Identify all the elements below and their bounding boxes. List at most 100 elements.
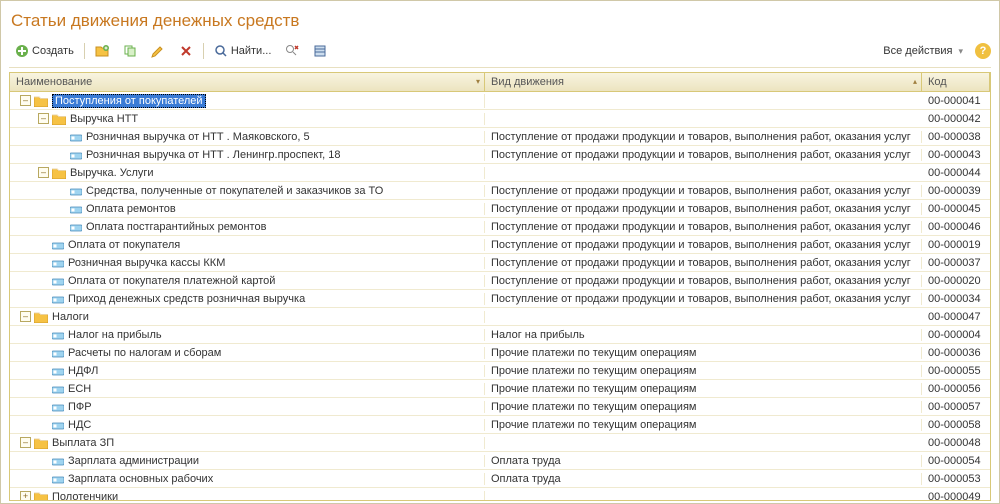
create-button[interactable]: Создать bbox=[9, 41, 80, 61]
grid-header: Наименование▾ Вид движения▴ Код bbox=[10, 73, 990, 92]
row-code: 00-000038 bbox=[922, 131, 990, 143]
collapse-toggle[interactable]: – bbox=[20, 95, 31, 106]
table-row[interactable]: Оплата постгарантийных ремонтовПоступлен… bbox=[10, 218, 990, 236]
app-window: Статьи движения денежных средств Создать… bbox=[0, 0, 1000, 504]
toggle-placeholder bbox=[56, 131, 67, 142]
column-type[interactable]: Вид движения▴ bbox=[485, 73, 922, 91]
row-code: 00-000020 bbox=[922, 275, 990, 287]
folder-icon bbox=[52, 167, 66, 179]
list-icon bbox=[313, 44, 327, 58]
row-name: Оплата от покупателя платежной картой bbox=[68, 275, 275, 287]
item-icon bbox=[70, 151, 82, 159]
collapse-toggle[interactable]: – bbox=[20, 311, 31, 322]
table-row[interactable]: –Выручка. Услуги00-000044 bbox=[10, 164, 990, 182]
table-row[interactable]: –Налоги00-000047 bbox=[10, 308, 990, 326]
table-row[interactable]: –Выручка НТТ00-000042 bbox=[10, 110, 990, 128]
row-type: Поступление от продажи продукции и товар… bbox=[485, 149, 922, 161]
row-code: 00-000036 bbox=[922, 347, 990, 359]
toggle-placeholder bbox=[38, 383, 49, 394]
table-row[interactable]: +Полотенчики00-000049 bbox=[10, 488, 990, 500]
toggle-placeholder bbox=[56, 203, 67, 214]
folder-icon bbox=[52, 113, 66, 125]
find-button[interactable]: Найти... bbox=[208, 41, 278, 61]
table-row[interactable]: Зарплата основных рабочихОплата труда00-… bbox=[10, 470, 990, 488]
row-type: Прочие платежи по текущим операциям bbox=[485, 401, 922, 413]
table-row[interactable]: Оплата ремонтовПоступление от продажи пр… bbox=[10, 200, 990, 218]
table-row[interactable]: Розничная выручка от НТТ . Маяковского, … bbox=[10, 128, 990, 146]
new-folder-button[interactable] bbox=[89, 41, 115, 61]
row-type: Поступление от продажи продукции и товар… bbox=[485, 185, 922, 197]
toggle-placeholder bbox=[38, 473, 49, 484]
toggle-placeholder bbox=[38, 455, 49, 466]
table-row[interactable]: НДФЛПрочие платежи по текущим операциям0… bbox=[10, 362, 990, 380]
table-row[interactable]: Расчеты по налогам и сборамПрочие платеж… bbox=[10, 344, 990, 362]
toggle-placeholder bbox=[56, 221, 67, 232]
table-row[interactable]: Зарплата администрацииОплата труда00-000… bbox=[10, 452, 990, 470]
table-row[interactable]: Приход денежных средств розничная выручк… bbox=[10, 290, 990, 308]
row-type: Поступление от продажи продукции и товар… bbox=[485, 275, 922, 287]
row-name: Средства, полученные от покупателей и за… bbox=[86, 185, 383, 197]
item-icon bbox=[52, 259, 64, 267]
collapse-toggle[interactable]: – bbox=[38, 167, 49, 178]
expand-toggle[interactable]: + bbox=[20, 491, 31, 500]
folder-icon bbox=[34, 95, 48, 107]
folder-icon bbox=[34, 437, 48, 449]
row-name: НДС bbox=[68, 419, 91, 431]
list-view-button[interactable] bbox=[307, 41, 333, 61]
table-row[interactable]: Налог на прибыльНалог на прибыль00-00000… bbox=[10, 326, 990, 344]
item-icon bbox=[52, 367, 64, 375]
table-row[interactable]: ЕСНПрочие платежи по текущим операциям00… bbox=[10, 380, 990, 398]
row-name: Выручка. Услуги bbox=[70, 167, 154, 179]
row-code: 00-000048 bbox=[922, 437, 990, 449]
help-button[interactable]: ? bbox=[975, 43, 991, 59]
page-title: Статьи движения денежных средств bbox=[9, 7, 991, 39]
row-name: Полотенчики bbox=[52, 491, 118, 501]
row-name: Поступления от покупателей bbox=[52, 94, 206, 108]
item-icon bbox=[70, 187, 82, 195]
table-row[interactable]: Оплата от покупателя платежной картой Пос… bbox=[10, 272, 990, 290]
column-code[interactable]: Код bbox=[922, 73, 990, 91]
row-name: Расчеты по налогам и сборам bbox=[68, 347, 221, 359]
search-icon bbox=[214, 44, 228, 58]
table-row[interactable]: – Поступления от покупателей 00-000041 bbox=[10, 92, 990, 110]
grid-body[interactable]: –Поступления от покупателей00-000041–Выр… bbox=[10, 92, 990, 500]
row-type: Прочие платежи по текущим операциям bbox=[485, 383, 922, 395]
all-actions-button[interactable]: Все действия bbox=[877, 41, 969, 61]
collapse-toggle[interactable]: – bbox=[38, 113, 49, 124]
clear-search-button[interactable] bbox=[279, 41, 305, 61]
find-label: Найти... bbox=[231, 45, 272, 57]
row-type: Оплата труда bbox=[485, 473, 922, 485]
toolbar: Создать Найти... Все действия ? bbox=[9, 39, 991, 68]
row-type: Поступление от продажи продукции и товар… bbox=[485, 257, 922, 269]
item-icon bbox=[52, 295, 64, 303]
search-clear-icon bbox=[285, 44, 299, 58]
table-row[interactable]: НДСПрочие платежи по текущим операциям00… bbox=[10, 416, 990, 434]
row-code: 00-000054 bbox=[922, 455, 990, 467]
item-icon bbox=[70, 223, 82, 231]
table-row[interactable]: Средства, полученные от покупателей и за… bbox=[10, 182, 990, 200]
row-code: 00-000055 bbox=[922, 365, 990, 377]
row-code: 00-000041 bbox=[922, 95, 990, 107]
row-type: Поступление от продажи продукции и товар… bbox=[485, 293, 922, 305]
row-name: Зарплата основных рабочих bbox=[68, 473, 213, 485]
row-code: 00-000045 bbox=[922, 203, 990, 215]
separator bbox=[84, 43, 85, 59]
table-row[interactable]: –Выплата ЗП00-000048 bbox=[10, 434, 990, 452]
edit-button[interactable] bbox=[145, 41, 171, 61]
table-row[interactable]: ПФРПрочие платежи по текущим операциям00… bbox=[10, 398, 990, 416]
item-icon bbox=[52, 349, 64, 357]
row-code: 00-000034 bbox=[922, 293, 990, 305]
copy-button[interactable] bbox=[117, 41, 143, 61]
collapse-toggle[interactable]: – bbox=[20, 437, 31, 448]
table-row[interactable]: Розничная выручка кассы ККМ Поступление о… bbox=[10, 254, 990, 272]
row-name: Розничная выручка кассы ККМ bbox=[68, 257, 225, 269]
item-icon bbox=[70, 205, 82, 213]
toggle-placeholder bbox=[38, 329, 49, 340]
row-type: Прочие платежи по текущим операциям bbox=[485, 419, 922, 431]
toggle-placeholder bbox=[38, 401, 49, 412]
table-row[interactable]: Оплата от покупателяПоступление от прода… bbox=[10, 236, 990, 254]
table-row[interactable]: Розничная выручка от НТТ . Ленингр.просп… bbox=[10, 146, 990, 164]
column-name[interactable]: Наименование▾ bbox=[10, 73, 485, 91]
delete-button[interactable] bbox=[173, 41, 199, 61]
item-icon bbox=[52, 403, 64, 411]
